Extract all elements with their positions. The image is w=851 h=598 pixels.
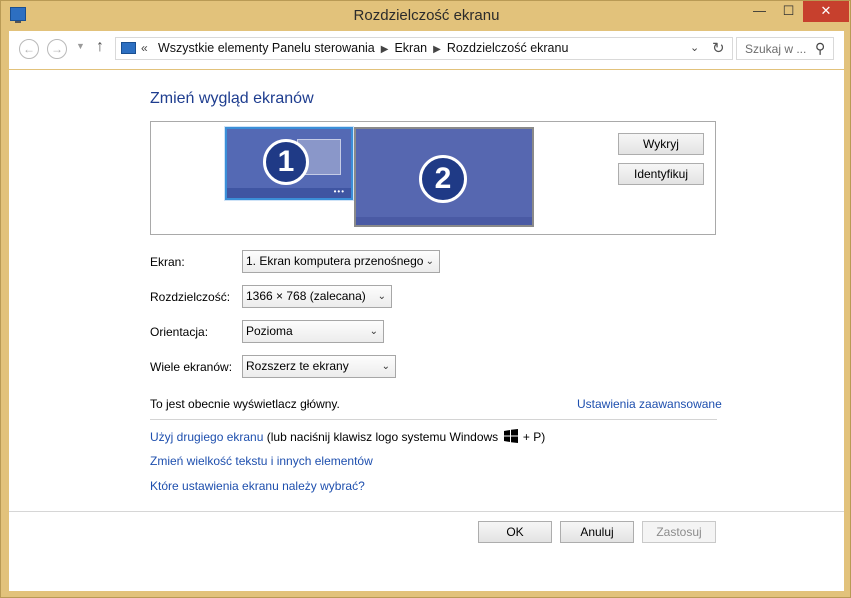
breadcrumb-item-all-control-panel[interactable]: Wszystkie elementy Panelu sterowania: [158, 41, 375, 55]
second-screen-hint: (lub naciśnij klawisz logo systemu Windo…: [266, 430, 499, 444]
navigation-bar: ← → ▼ ↑ « Wszystkie elementy Panelu ster…: [9, 31, 844, 69]
display-dropdown[interactable]: 1. Ekran komputera przenośnego ⌄: [242, 250, 440, 273]
page-title: Zmień wygląd ekranów: [150, 90, 314, 107]
divider: [150, 419, 717, 420]
search-input[interactable]: [737, 38, 813, 59]
maximize-button[interactable]: ☐: [775, 1, 802, 22]
ok-button[interactable]: OK: [478, 521, 552, 543]
primary-display-text: To jest obecnie wyświetlacz główny.: [150, 397, 340, 411]
text-size-link[interactable]: Zmień wielkość tekstu i innych elementów: [150, 454, 373, 468]
window-title: Rozdzielczość ekranu: [353, 7, 500, 24]
monitor-taskbar: [227, 188, 351, 198]
breadcrumb-item-display[interactable]: Ekran: [394, 41, 427, 55]
chevron-down-icon: ⌄: [425, 256, 434, 267]
recent-locations-chevron-icon[interactable]: ▼: [76, 41, 85, 51]
title-bar: Rozdzielczość ekranu — ☐ ✕: [1, 1, 851, 29]
multiple-displays-label: Wiele ekranów:: [150, 360, 233, 374]
identify-button[interactable]: Identyfikuj: [618, 163, 704, 185]
resolution-label: Rozdzielczość:: [150, 290, 231, 304]
monitor-1[interactable]: ••• 1: [225, 127, 353, 200]
divider: [9, 511, 844, 512]
control-panel-icon: [121, 42, 136, 54]
breadcrumb-separator-icon[interactable]: ▶: [433, 44, 441, 55]
breadcrumb-item-resolution[interactable]: Rozdzielczość ekranu: [447, 41, 569, 55]
second-screen-row: Użyj drugiego ekranu (lub naciśnij klawi…: [150, 429, 545, 444]
apply-button[interactable]: Zastosuj: [642, 521, 716, 543]
windows-logo-icon: [503, 429, 518, 443]
monitor-arrangement-panel: ••• 1 2 Wykryj Identyfikuj: [150, 121, 716, 235]
monitor-number: 1: [263, 139, 309, 185]
cancel-button[interactable]: Anuluj: [560, 521, 634, 543]
which-settings-link[interactable]: Które ustawienia ekranu należy wybrać?: [150, 479, 365, 493]
window: Rozdzielczość ekranu — ☐ ✕ ← → ▼ ↑ « Wsz…: [0, 0, 851, 598]
monitor-taskbar: [356, 217, 532, 225]
back-arrow-icon[interactable]: ←: [19, 39, 39, 59]
breadcrumb-separator-icon[interactable]: ▶: [381, 44, 389, 55]
minimize-button[interactable]: —: [746, 1, 773, 22]
chevron-down-icon: ⌄: [369, 326, 378, 337]
orientation-dropdown-value: Pozioma: [246, 324, 293, 338]
multiple-displays-dropdown-value: Rozszerz te ekrany: [246, 359, 349, 373]
monitor-2[interactable]: 2: [354, 127, 534, 227]
breadcrumb-overflow[interactable]: «: [141, 41, 148, 55]
monitor-number: 2: [419, 155, 467, 203]
orientation-label: Orientacja:: [150, 325, 209, 339]
breadcrumb: Wszystkie elementy Panelu sterowania ▶ Ekr…: [158, 41, 568, 55]
second-screen-hint-shortcut: + P): [522, 430, 546, 444]
close-button[interactable]: ✕: [803, 1, 849, 22]
resolution-dropdown-value: 1366 × 768 (zalecana): [246, 289, 366, 303]
display-label: Ekran:: [150, 255, 185, 269]
orientation-dropdown[interactable]: Pozioma ⌄: [242, 320, 384, 343]
second-screen-link[interactable]: Użyj drugiego ekranu: [150, 430, 263, 444]
search-icon[interactable]: ⚲: [815, 40, 825, 57]
up-arrow-icon[interactable]: ↑: [96, 38, 104, 56]
multiple-displays-dropdown[interactable]: Rozszerz te ekrany ⌄: [242, 355, 396, 378]
chevron-down-icon: ⌄: [381, 361, 390, 372]
chevron-down-icon: ⌄: [377, 291, 386, 302]
address-history-chevron-icon[interactable]: ⌄: [690, 41, 699, 54]
forward-arrow-icon[interactable]: →: [47, 39, 67, 59]
display-dropdown-value: 1. Ekran komputera przenośnego: [246, 254, 424, 268]
detect-button[interactable]: Wykryj: [618, 133, 704, 155]
main-content: Zmień wygląd ekranów ••• 1 2 Wykryj Iden…: [9, 70, 844, 513]
address-bar[interactable]: « Wszystkie elementy Panelu sterowania ▶ E…: [115, 37, 733, 60]
monitor-dots-icon: •••: [333, 187, 345, 196]
advanced-settings-link[interactable]: Ustawienia zaawansowane: [577, 397, 722, 411]
resolution-dropdown[interactable]: 1366 × 768 (zalecana) ⌄: [242, 285, 392, 308]
refresh-icon[interactable]: ↻: [712, 39, 725, 57]
search-box[interactable]: ⚲: [736, 37, 834, 60]
dialog-footer: OK Anuluj Zastosuj: [9, 513, 844, 591]
